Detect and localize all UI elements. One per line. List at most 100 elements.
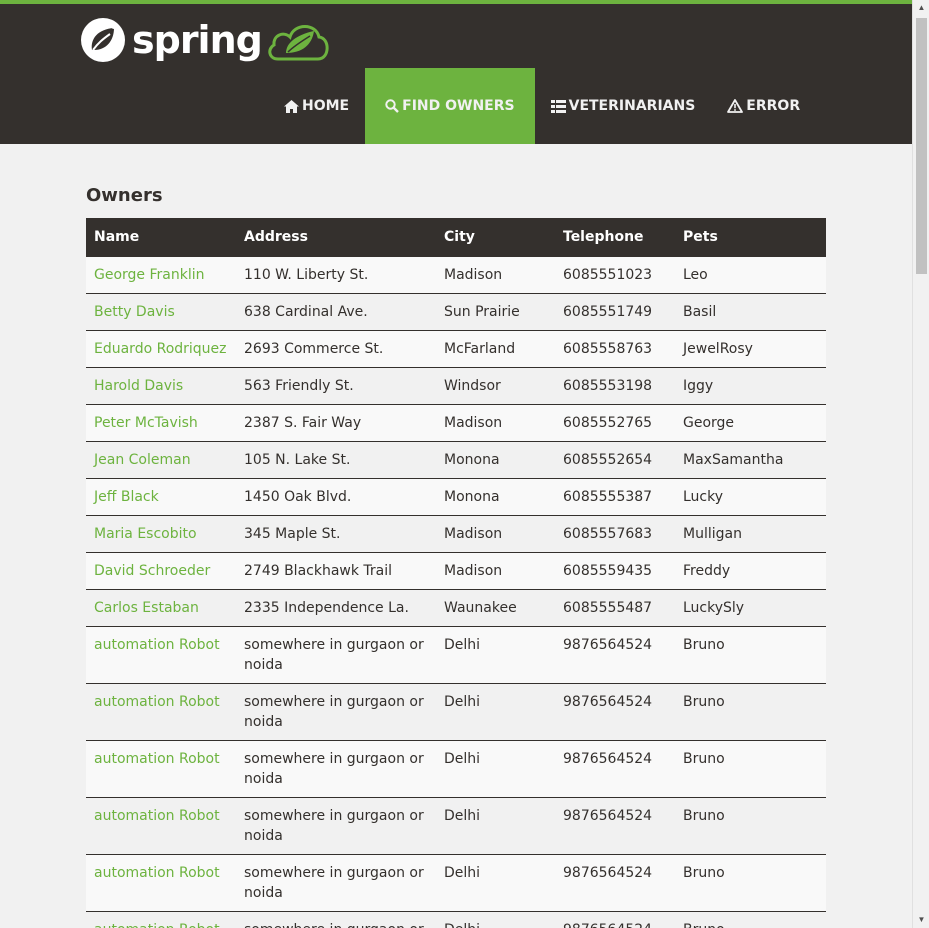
header-city[interactable]: City [436,218,555,256]
owner-name-link[interactable]: Eduardo Rodriquez [94,341,227,357]
owner-name-link[interactable]: Jean Coleman [94,452,191,468]
owner-telephone: 9876564524 [563,693,653,710]
table-cell: Harold Davis [86,366,236,404]
table-cell: Leo [675,255,826,293]
owner-telephone: 6085559435 [563,562,653,579]
owner-telephone: 9876564524 [563,922,652,928]
table-cell: Delhi [436,739,555,797]
owner-city: Windsor [444,377,501,394]
owner-telephone: 6085555387 [563,488,653,505]
owner-address: 2387 S. Fair Way [244,414,362,431]
owner-name-link[interactable]: Maria Escobito [94,526,197,542]
header-telephone[interactable]: Telephone [555,218,675,256]
owner-name-link[interactable]: automation Robot [94,694,220,710]
owner-pets: LuckySly [683,599,745,616]
table-row: automation Robot somewhere in gurgaon or … [86,739,826,797]
owner-city: Delhi [444,864,481,881]
table-cell: Lucky [675,477,826,515]
nav-home[interactable]: HOME [268,68,365,144]
owner-city: Madison [444,414,503,431]
table-cell: Carlos Estaban [86,588,236,626]
nav-error[interactable]: ERROR [711,68,816,144]
table-cell: automation Robot [86,625,236,683]
table-cell: Delhi [436,853,555,911]
owner-city: Monona [444,488,500,505]
table-cell: 6085559435 [555,551,675,589]
owner-address: 563 Friendly St. [244,377,354,394]
owner-telephone: 9876564524 [563,750,653,767]
table-cell: somewhere in gurgaon or noida [236,625,436,683]
scroll-down-arrow-icon[interactable]: ▼ [913,912,929,928]
owner-city: Delhi [444,922,480,928]
table-row: Betty Davis 638 Cardinal Ave. Sun Prairie 6… [86,292,826,330]
table-cell: Freddy [675,551,826,589]
table-cell: 9876564524 [555,739,675,797]
owner-address: somewhere in gurgaon or noida [244,864,424,901]
cloud-leaf-icon [268,25,329,61]
owner-pets: JewelRosy [683,340,753,357]
owner-name-link[interactable]: automation Robot [94,922,220,928]
owner-address: somewhere in gurgaon or noida [244,807,424,844]
page-title: Owners [86,185,163,206]
owner-address: 1450 Oak Blvd. [244,488,352,505]
owner-name-link[interactable]: Carlos Estaban [94,600,199,616]
owner-address: somewhere in gurgaon or noida [244,693,424,730]
table-cell: Delhi [436,682,555,740]
header-name[interactable]: Name [86,218,236,256]
owner-city: Madison [444,562,503,579]
header-pets[interactable]: Pets [675,218,826,256]
table-cell: David Schroeder [86,551,236,589]
owner-name-link[interactable]: David Schroeder [94,563,210,579]
owner-telephone: 6085552654 [563,451,653,468]
table-cell: Delhi [436,910,555,928]
table-cell: 638 Cardinal Ave. [236,292,436,330]
owner-city: Waunakee [444,599,517,616]
warning-icon [727,99,744,113]
table-cell: 345 Maple St. [236,514,436,552]
owner-telephone: 6085557683 [563,525,653,542]
owner-pets: Basil [683,303,717,320]
owner-name-link[interactable]: automation Robot [94,637,220,653]
table-cell: Madison [436,255,555,293]
table-cell: Delhi [436,796,555,854]
owner-city: McFarland [444,340,516,357]
owner-name-link[interactable]: Jeff Black [94,489,159,505]
owner-name-link[interactable]: George Franklin [94,267,205,283]
table-cell: 6085555387 [555,477,675,515]
table-cell: Monona [436,440,555,478]
table-cell: somewhere in gurgaon or noida [236,682,436,740]
owner-name-link[interactable]: Betty Davis [94,304,175,320]
table-cell: automation Robot [86,853,236,911]
owner-address: 2335 Independence La. [244,599,409,616]
table-row: Jean Coleman 105 N. Lake St. Monona 6085552… [86,440,826,478]
owner-name-link[interactable]: automation Robot [94,751,220,767]
owner-name-link[interactable]: Harold Davis [94,378,183,394]
table-cell: Bruno [675,853,826,911]
table-row: automation Robot somewhere in gurgaon or … [86,625,826,683]
vertical-scrollbar[interactable]: ▲ ▼ [912,0,929,928]
header-address[interactable]: Address [236,218,436,256]
owner-name-link[interactable]: Peter McTavish [94,415,198,431]
table-cell: Jean Coleman [86,440,236,478]
nav-veterinarians[interactable]: VETERINARIANS [535,68,712,144]
owner-telephone: 6085558763 [563,340,653,357]
table-cell: Bruno [675,910,826,928]
nav-find-owners[interactable]: FIND OWNERS [365,68,535,144]
table-cell: 6085552654 [555,440,675,478]
table-cell: Madison [436,403,555,441]
owners-table: Name Address City Telephone Pets George … [86,218,826,928]
table-cell: LuckySly [675,588,826,626]
spring-logo[interactable]: spring [80,16,332,64]
table-cell: 105 N. Lake St. [236,440,436,478]
table-cell: 2693 Commerce St. [236,329,436,367]
owner-name-link[interactable]: automation Robot [94,865,220,881]
scroll-thumb[interactable] [916,18,927,274]
table-cell: automation Robot [86,739,236,797]
scroll-up-arrow-icon[interactable]: ▲ [913,0,929,16]
owner-telephone: 6085551749 [563,303,653,320]
table-cell: 6085552765 [555,403,675,441]
table-cell: 6085557683 [555,514,675,552]
table-cell: automation Robot [86,682,236,740]
owner-city: Delhi [444,693,481,710]
owner-name-link[interactable]: automation Robot [94,808,220,824]
